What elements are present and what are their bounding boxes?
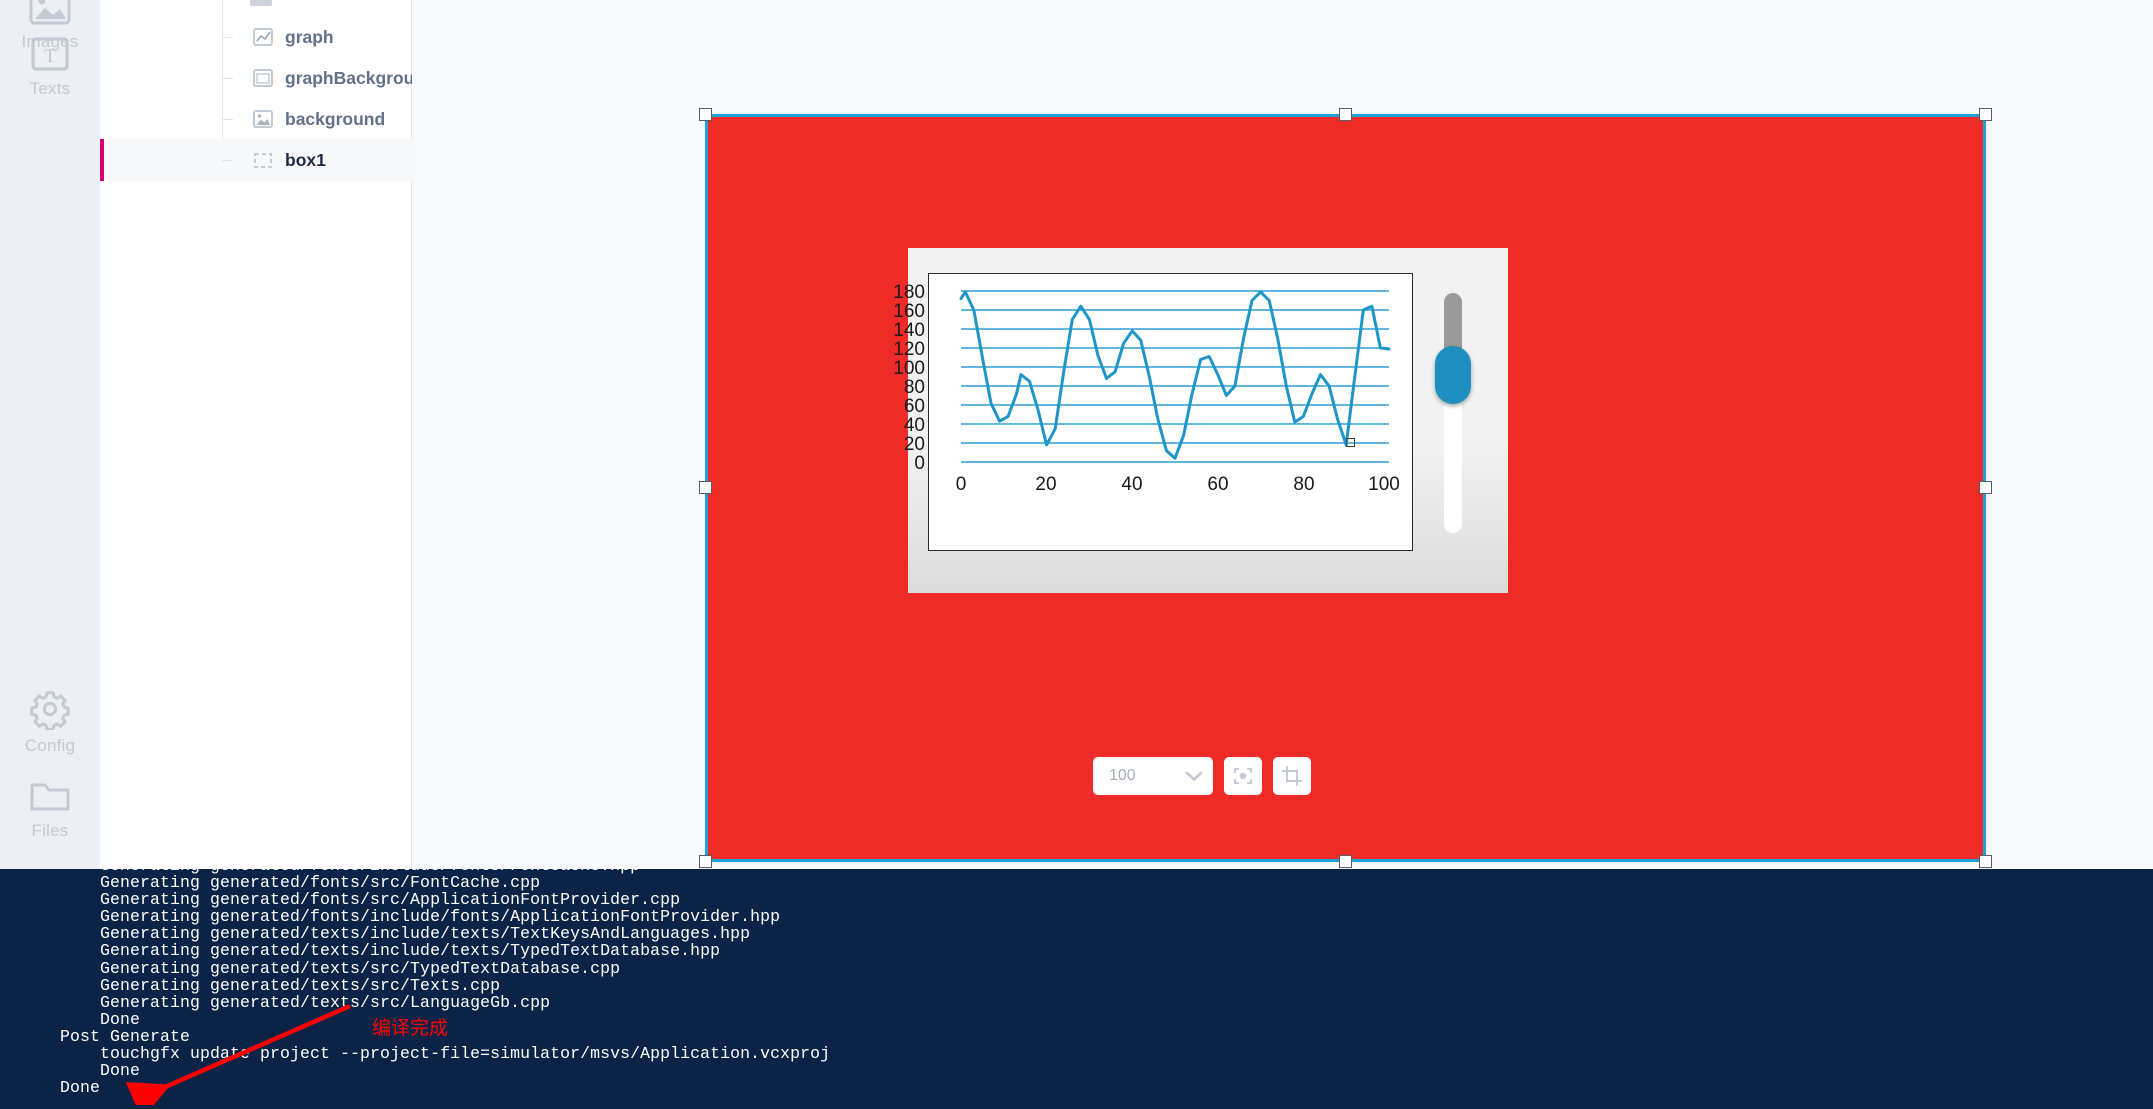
tree-cutoff-node (250, 0, 272, 6)
rail-label-files: Files (31, 821, 69, 840)
tree-label-background: background (285, 108, 386, 129)
rail-label-config: Config (24, 736, 76, 755)
folder-icon (30, 783, 70, 811)
resize-handle-w[interactable] (699, 481, 712, 494)
tree-tick (222, 78, 233, 79)
selected-widget-box1[interactable]: 180 160 140 120 100 80 60 40 20 0 0 20 4… (699, 108, 1992, 868)
rail-item-files[interactable]: Files (0, 777, 100, 841)
resize-handle-nw[interactable] (699, 108, 712, 121)
tree-tick (222, 160, 233, 161)
rectangle-icon (253, 69, 273, 87)
rail-label-texts: Texts (29, 79, 71, 98)
text-t-icon: T (31, 37, 69, 71)
resize-handle-sw[interactable] (699, 855, 712, 868)
widget-tree-panel: graph graphBackground background box1 (100, 0, 436, 869)
annotation-label: 编译完成 (372, 1018, 449, 1039)
tree-tick (222, 119, 233, 120)
annotation-arrow (125, 1003, 351, 1105)
rail-item-config[interactable]: Config (0, 688, 100, 756)
left-icon-rail: Images T Texts Config Files (0, 0, 100, 869)
rail-item-texts[interactable]: T Texts (0, 35, 100, 99)
svg-text:T: T (44, 46, 56, 67)
app-window: Images T Texts Config Files graph graphB… (0, 0, 2153, 1109)
resize-handle-ne[interactable] (1979, 108, 1992, 121)
tree-label-box1: box1 (285, 149, 326, 170)
image-icon (253, 110, 273, 128)
canvas-editor-area[interactable]: 180 160 140 120 100 80 60 40 20 0 0 20 4… (412, 0, 2153, 869)
box-icon (254, 153, 272, 168)
selection-frame (705, 114, 1986, 862)
resize-handle-e[interactable] (1979, 481, 1992, 494)
tree-tick (222, 37, 233, 38)
tree-label-graph: graph (285, 26, 334, 47)
gear-icon (30, 691, 70, 730)
tree-row-box1[interactable]: box1 (100, 139, 412, 181)
resize-handle-se[interactable] (1979, 855, 1992, 868)
tree-row-graph[interactable]: graph (100, 16, 412, 58)
images-icon (29, 0, 71, 25)
resize-handle-s[interactable] (1339, 855, 1352, 868)
resize-handle-n[interactable] (1339, 108, 1352, 121)
chart-icon (253, 28, 273, 46)
tree-selection-bar (100, 139, 104, 181)
tree-row-background[interactable]: background (100, 98, 412, 140)
tree-row-graphbackground[interactable]: graphBackground (100, 57, 436, 99)
